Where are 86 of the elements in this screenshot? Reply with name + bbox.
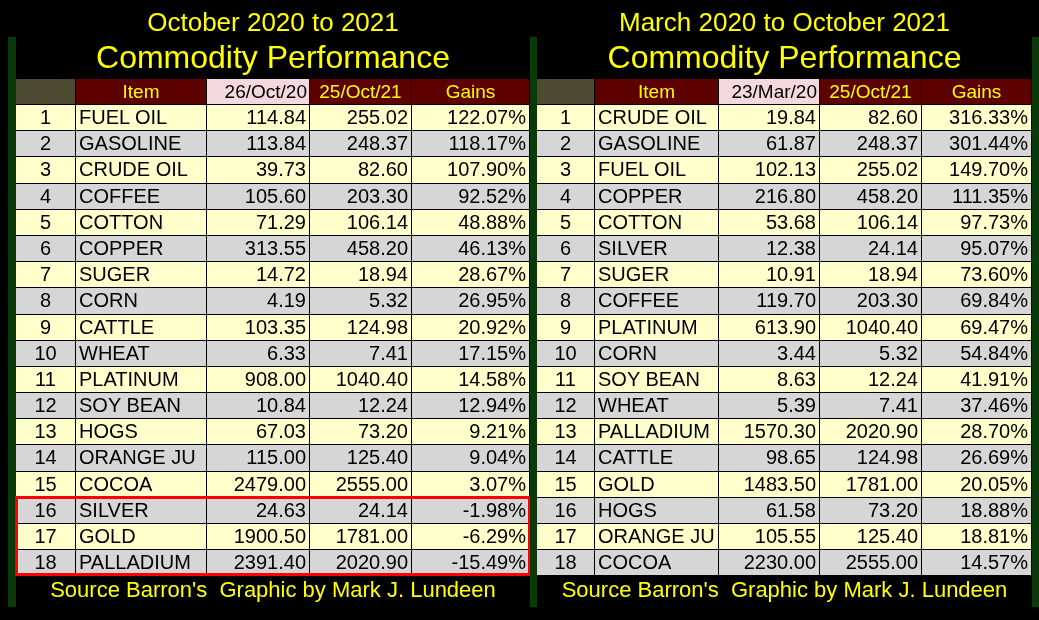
table-cell: 203.30 (310, 183, 412, 209)
table-cell: 3 (537, 157, 595, 183)
table-cell: 53.68 (719, 209, 820, 235)
table-cell: 3 (16, 157, 76, 183)
table-cell: 18 (16, 550, 76, 576)
table-cell: 9 (16, 314, 76, 340)
table-cell: PALLADIUM (76, 550, 207, 576)
table-cell: COTTON (595, 209, 719, 235)
table-cell: 2391.40 (207, 550, 310, 576)
table-cell: 7.41 (310, 340, 412, 366)
table-cell: 203.30 (820, 288, 922, 314)
chart-title: March 2020 to October 2021 (619, 6, 950, 38)
table-cell: COPPER (595, 183, 719, 209)
table-cell: 216.80 (719, 183, 820, 209)
source-credit: Source Barron's Graphic by Mark J. Lundeen (560, 576, 1009, 605)
table-cell: 2020.90 (310, 550, 412, 576)
table-cell: 4 (537, 183, 595, 209)
table-cell: COFFEE (595, 288, 719, 314)
table-cell: PLATINUM (595, 314, 719, 340)
column-header: Gains (922, 79, 1032, 104)
table-cell: GOLD (595, 471, 719, 497)
chart-subtitle: Commodity Performance (96, 38, 450, 76)
table-cell: 14 (537, 445, 595, 471)
table-cell: 3.44 (719, 340, 820, 366)
table-cell: 102.13 (719, 157, 820, 183)
table-cell: 10 (537, 340, 595, 366)
table-cell: 458.20 (820, 183, 922, 209)
table-cell: 2555.00 (820, 550, 922, 576)
table-cell: 98.65 (719, 445, 820, 471)
table-cell: 71.29 (207, 209, 310, 235)
table-cell: 2230.00 (719, 550, 820, 576)
column-header: 25/Oct/21 (820, 79, 922, 104)
column-header: Item (595, 79, 719, 104)
table-cell: 18 (537, 550, 595, 576)
table-cell: 8 (537, 288, 595, 314)
table-cell: FUEL OIL (595, 157, 719, 183)
table-cell: 124.98 (310, 314, 412, 340)
table-cell: 2555.00 (310, 471, 412, 497)
table-cell: 105.60 (207, 183, 310, 209)
table-cell: 5 (16, 209, 76, 235)
table-cell: CATTLE (76, 314, 207, 340)
table-cell: 119.70 (719, 288, 820, 314)
table-cell: 613.90 (719, 314, 820, 340)
column-header: Gains (412, 79, 530, 104)
column-header: 23/Mar/20 (719, 79, 820, 104)
table-cell: 106.14 (820, 209, 922, 235)
table-cell: 5.32 (310, 288, 412, 314)
table-cell: COCOA (76, 471, 207, 497)
table-cell: 4.19 (207, 288, 310, 314)
table-cell: 1781.00 (820, 471, 922, 497)
table-cell: CRUDE OIL (76, 157, 207, 183)
table-cell: ORANGE JU (76, 445, 207, 471)
table-cell: 124.98 (820, 445, 922, 471)
chart-subtitle: Commodity Performance (607, 38, 962, 76)
column-header: 26/Oct/20 (207, 79, 310, 104)
table-cell: 14 (16, 445, 76, 471)
table-cell: 125.40 (310, 445, 412, 471)
table-cell: 6.33 (207, 340, 310, 366)
table-cell: CORN (76, 288, 207, 314)
table-cell: 103.35 (207, 314, 310, 340)
table-cell: COTTON (76, 209, 207, 235)
chart-title: October 2020 to 2021 (147, 6, 399, 38)
table-cell: 5 (537, 209, 595, 235)
table-cell: WHEAT (76, 340, 207, 366)
table-cell: COCOA (595, 550, 719, 576)
table-cell: 2479.00 (207, 471, 310, 497)
table-cell: 15 (16, 471, 76, 497)
table-cell: CORN (595, 340, 719, 366)
table-cell: 8 (16, 288, 76, 314)
table-cell: 5.32 (820, 340, 922, 366)
table-cell: 15 (537, 471, 595, 497)
table-cell: 82.60 (310, 157, 412, 183)
table-cell: 255.02 (820, 157, 922, 183)
table-cell: CATTLE (595, 445, 719, 471)
table-cell: 39.73 (207, 157, 310, 183)
table-cell: COFFEE (76, 183, 207, 209)
column-header: Item (76, 79, 207, 104)
column-header: 25/Oct/21 (310, 79, 412, 104)
table-cell: 1040.40 (820, 314, 922, 340)
table-cell: 4 (16, 183, 76, 209)
table-cell: 115.00 (207, 445, 310, 471)
table-cell: 106.14 (310, 209, 412, 235)
source-credit: Source Barron's Graphic by Mark J. Lundeen (49, 576, 497, 605)
table-cell: 1483.50 (719, 471, 820, 497)
table-cell: 9 (537, 314, 595, 340)
table-cell: 10 (16, 340, 76, 366)
